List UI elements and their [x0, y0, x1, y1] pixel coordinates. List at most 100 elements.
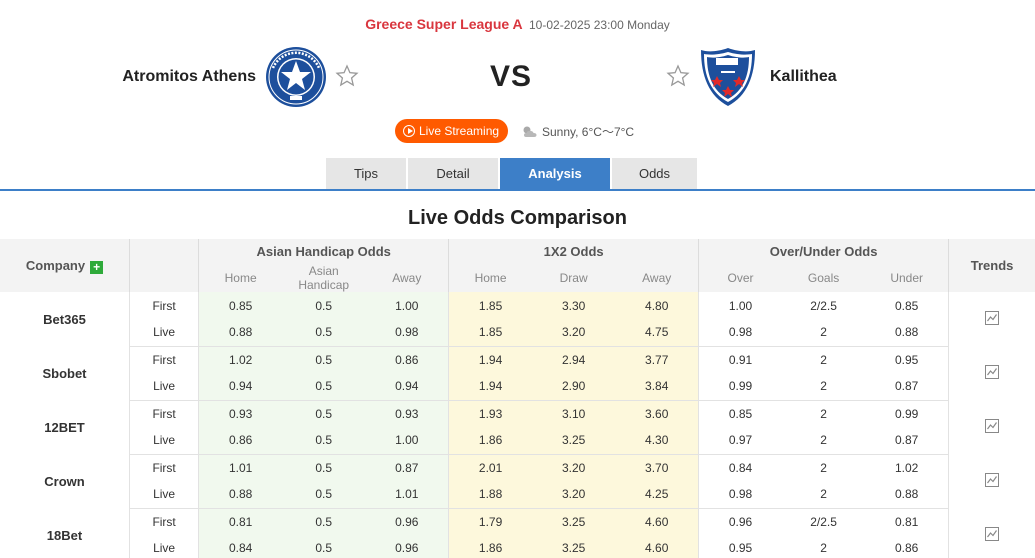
ou-odds-cell[interactable]: 0.96	[698, 508, 782, 535]
ah-odds-cell[interactable]: 0.5	[282, 292, 366, 319]
ou-odds-cell[interactable]: 0.97	[698, 427, 782, 455]
ah-odds-cell[interactable]: 0.93	[365, 400, 449, 427]
ou-odds-cell[interactable]: 0.84	[698, 454, 782, 481]
ah-odds-cell[interactable]: 0.5	[282, 535, 366, 558]
x12-odds-cell[interactable]: 3.25	[531, 427, 616, 455]
x12-odds-cell[interactable]: 1.85	[448, 319, 532, 347]
x12-odds-cell[interactable]: 1.94	[448, 346, 532, 373]
line-chart-icon[interactable]	[985, 310, 1000, 325]
ah-odds-cell[interactable]: 0.94	[365, 373, 449, 401]
ou-odds-cell[interactable]: 0.85	[865, 292, 949, 319]
away-team-name[interactable]: Kallithea	[770, 68, 837, 86]
ou-odds-cell[interactable]: 0.87	[865, 373, 949, 401]
ou-odds-cell[interactable]: 2	[781, 535, 866, 558]
company-name[interactable]: Crown	[0, 454, 130, 508]
ah-odds-cell[interactable]: 0.87	[365, 454, 449, 481]
line-chart-icon[interactable]	[985, 418, 1000, 433]
ah-odds-cell[interactable]: 1.01	[198, 454, 283, 481]
x12-odds-cell[interactable]: 4.25	[615, 481, 699, 509]
line-chart-icon[interactable]	[985, 472, 1000, 487]
ah-odds-cell[interactable]: 0.5	[282, 508, 366, 535]
ou-odds-cell[interactable]: 0.99	[698, 373, 782, 401]
tab-analysis[interactable]: Analysis	[500, 158, 610, 189]
ah-odds-cell[interactable]: 0.88	[198, 481, 283, 509]
ou-odds-cell[interactable]: 2	[781, 454, 866, 481]
ah-odds-cell[interactable]: 0.96	[365, 535, 449, 558]
ah-odds-cell[interactable]: 0.98	[365, 319, 449, 347]
x12-odds-cell[interactable]: 4.60	[615, 535, 699, 558]
ah-odds-cell[interactable]: 1.01	[365, 481, 449, 509]
ou-odds-cell[interactable]: 0.85	[698, 400, 782, 427]
ou-odds-cell[interactable]: 0.98	[698, 481, 782, 509]
ah-odds-cell[interactable]: 0.5	[282, 373, 366, 401]
ah-odds-cell[interactable]: 0.86	[365, 346, 449, 373]
ah-odds-cell[interactable]: 0.84	[198, 535, 283, 558]
x12-odds-cell[interactable]: 4.75	[615, 319, 699, 347]
ah-odds-cell[interactable]: 0.5	[282, 319, 366, 347]
x12-odds-cell[interactable]: 3.70	[615, 454, 699, 481]
ou-odds-cell[interactable]: 2/2.5	[781, 292, 866, 319]
x12-odds-cell[interactable]: 2.01	[448, 454, 532, 481]
x12-odds-cell[interactable]: 3.20	[531, 319, 616, 347]
home-favorite-star-icon[interactable]	[335, 64, 359, 88]
company-name[interactable]: Sbobet	[0, 346, 130, 400]
ou-odds-cell[interactable]: 1.02	[865, 454, 949, 481]
ah-odds-cell[interactable]: 0.5	[282, 400, 366, 427]
x12-odds-cell[interactable]: 3.84	[615, 373, 699, 401]
line-chart-icon[interactable]	[985, 364, 1000, 379]
ah-odds-cell[interactable]: 0.86	[198, 427, 283, 455]
ah-odds-cell[interactable]: 0.93	[198, 400, 283, 427]
x12-odds-cell[interactable]: 1.85	[448, 292, 532, 319]
ah-odds-cell[interactable]: 0.85	[198, 292, 283, 319]
x12-odds-cell[interactable]: 1.86	[448, 535, 532, 558]
ou-odds-cell[interactable]: 2	[781, 481, 866, 509]
ou-odds-cell[interactable]: 2	[781, 346, 866, 373]
ou-odds-cell[interactable]: 0.98	[698, 319, 782, 347]
company-name[interactable]: Bet365	[0, 292, 130, 346]
ou-odds-cell[interactable]: 0.88	[865, 319, 949, 347]
x12-odds-cell[interactable]: 3.20	[531, 481, 616, 509]
ou-odds-cell[interactable]: 2	[781, 400, 866, 427]
x12-odds-cell[interactable]: 1.94	[448, 373, 532, 401]
ah-odds-cell[interactable]: 1.00	[365, 427, 449, 455]
x12-odds-cell[interactable]: 1.86	[448, 427, 532, 455]
x12-odds-cell[interactable]: 2.94	[531, 346, 616, 373]
ou-odds-cell[interactable]: 0.86	[865, 535, 949, 558]
ah-odds-cell[interactable]: 1.02	[198, 346, 283, 373]
home-team-name[interactable]: Atromitos Athens	[122, 68, 256, 86]
ou-odds-cell[interactable]: 1.00	[698, 292, 782, 319]
company-name[interactable]: 12BET	[0, 400, 130, 454]
x12-odds-cell[interactable]: 3.20	[531, 454, 616, 481]
live-streaming-button[interactable]: Live Streaming	[395, 119, 509, 143]
ou-odds-cell[interactable]: 2	[781, 319, 866, 347]
tab-tips[interactable]: Tips	[326, 158, 406, 189]
x12-odds-cell[interactable]: 4.60	[615, 508, 699, 535]
ah-odds-cell[interactable]: 0.5	[282, 481, 366, 509]
x12-odds-cell[interactable]: 3.30	[531, 292, 616, 319]
x12-odds-cell[interactable]: 3.60	[615, 400, 699, 427]
x12-odds-cell[interactable]: 3.25	[531, 535, 616, 558]
ah-odds-cell[interactable]: 1.00	[365, 292, 449, 319]
x12-odds-cell[interactable]: 4.30	[615, 427, 699, 455]
x12-odds-cell[interactable]: 2.90	[531, 373, 616, 401]
ou-odds-cell[interactable]: 0.88	[865, 481, 949, 509]
ou-odds-cell[interactable]: 2/2.5	[781, 508, 866, 535]
ou-odds-cell[interactable]: 0.87	[865, 427, 949, 455]
plus-icon[interactable]: +	[90, 260, 104, 274]
ou-odds-cell[interactable]: 2	[781, 373, 866, 401]
ou-odds-cell[interactable]: 0.81	[865, 508, 949, 535]
kallithea-crest-icon[interactable]	[697, 46, 759, 108]
league-name[interactable]: Greece Super League A	[365, 16, 522, 32]
away-favorite-star-icon[interactable]	[666, 64, 690, 88]
line-chart-icon[interactable]	[985, 526, 1000, 541]
ah-odds-cell[interactable]: 0.5	[282, 346, 366, 373]
x12-odds-cell[interactable]: 3.10	[531, 400, 616, 427]
ou-odds-cell[interactable]: 2	[781, 427, 866, 455]
ou-odds-cell[interactable]: 0.91	[698, 346, 782, 373]
company-name[interactable]: 18Bet	[0, 508, 130, 558]
ou-odds-cell[interactable]: 0.95	[698, 535, 782, 558]
x12-odds-cell[interactable]: 3.25	[531, 508, 616, 535]
tab-odds[interactable]: Odds	[612, 158, 697, 189]
x12-odds-cell[interactable]: 3.77	[615, 346, 699, 373]
x12-odds-cell[interactable]: 1.79	[448, 508, 532, 535]
